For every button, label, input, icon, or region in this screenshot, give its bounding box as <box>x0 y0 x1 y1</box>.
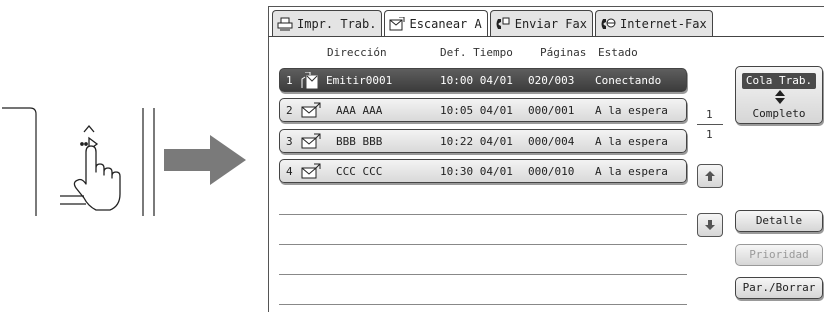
job-time: 10:22 04/01 <box>440 135 513 148</box>
column-header-time: Def. Tiempo <box>440 46 513 59</box>
pressing-hand-icon <box>60 145 121 211</box>
email-icon <box>301 102 321 118</box>
tab-send-fax[interactable]: Enviar Fax <box>489 10 593 36</box>
job-pages: 020/003 <box>528 74 575 87</box>
job-number: 4 <box>286 165 293 178</box>
job-queue-label: Cola Trab. <box>742 73 816 89</box>
job-name: AAA AAA <box>336 104 383 117</box>
detail-button[interactable]: Detalle <box>735 210 823 232</box>
tab-internet-fax[interactable]: Internet-Fax <box>594 10 713 36</box>
printer-icon <box>277 17 293 30</box>
job-number: 3 <box>286 135 293 148</box>
empty-job-slot <box>279 244 687 245</box>
job-pages: 000/001 <box>528 104 575 117</box>
page-separator <box>697 124 723 125</box>
job-status: Conectando <box>595 74 662 87</box>
column-header-status: Estado <box>598 46 638 59</box>
toggle-arrows-icon <box>775 90 785 104</box>
job-name: Emitir0001 <box>326 74 393 87</box>
tab-label: Impr. Trab. <box>297 16 377 31</box>
empty-job-slot <box>279 274 687 275</box>
job-status: A la espera <box>595 104 668 117</box>
tab-scan-to[interactable]: Escanear A <box>384 10 488 37</box>
priority-button[interactable]: Prioridad <box>735 244 823 266</box>
tab-print-job[interactable]: Impr. Trab. <box>272 10 383 36</box>
arrow-up-icon <box>705 171 715 181</box>
job-number: 2 <box>286 104 293 117</box>
job-pages: 000/004 <box>528 135 575 148</box>
page-current: 1 <box>706 108 713 121</box>
broadcast-icon <box>301 72 318 89</box>
arrow-down-icon <box>705 220 715 230</box>
job-status: A la espera <box>595 135 668 148</box>
scan-icon <box>389 17 405 31</box>
job-row[interactable]: 2 AAA AAA 10:05 04/01 000/001 A la esper… <box>279 98 687 122</box>
job-row[interactable]: 3 BBB BBB 10:22 04/01 000/004 A la esper… <box>279 129 687 153</box>
page-total: 1 <box>706 128 713 141</box>
job-queue-toggle-button[interactable]: Cola Trab. Completo <box>735 66 823 124</box>
empty-job-slot <box>279 214 687 215</box>
job-time: 10:00 04/01 <box>440 74 513 87</box>
job-pages: 000/010 <box>528 165 575 178</box>
column-header-address: Dirección <box>327 46 387 59</box>
email-icon <box>301 133 321 149</box>
right-arrow-icon <box>164 135 246 185</box>
job-row[interactable]: 4 CCC CCC 10:30 04/01 000/010 A la esper… <box>279 159 687 183</box>
internet-fax-icon <box>601 18 616 29</box>
job-name: BBB BBB <box>336 135 383 148</box>
job-status: A la espera <box>595 165 668 178</box>
scroll-down-button[interactable] <box>697 213 723 237</box>
fax-icon <box>496 17 510 29</box>
tab-label: Escanear A <box>409 17 482 31</box>
empty-job-slot <box>279 304 687 305</box>
job-time: 10:05 04/01 <box>440 104 513 117</box>
tab-label: Internet-Fax <box>619 16 707 31</box>
job-number: 1 <box>286 74 293 87</box>
scroll-up-button[interactable] <box>697 164 723 188</box>
mode-tabs: Impr. Trab. Escanear A Enviar Fax Intern… <box>272 10 713 37</box>
job-name: CCC CCC <box>336 165 383 178</box>
tab-label: Enviar Fax <box>514 16 587 31</box>
job-row-selected[interactable]: 1 Emitir0001 10:00 04/01 020/003 Conecta… <box>279 68 687 92</box>
tab-divider <box>268 36 824 37</box>
completed-label: Completo <box>752 107 806 120</box>
job-time: 10:30 04/01 <box>440 165 513 178</box>
column-header-pages: Páginas <box>540 46 587 59</box>
email-icon <box>301 163 321 179</box>
stop-delete-button[interactable]: Par./Borrar <box>735 277 823 299</box>
